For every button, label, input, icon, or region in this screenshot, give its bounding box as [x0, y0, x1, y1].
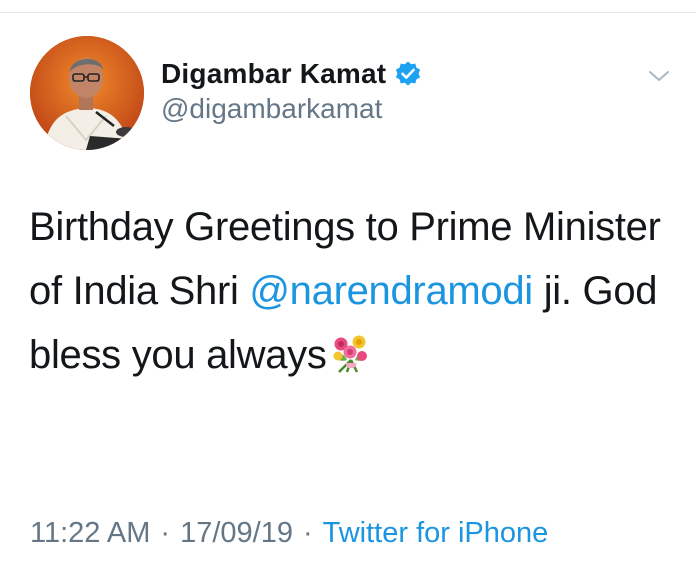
top-divider	[0, 12, 696, 13]
chevron-down-icon[interactable]	[646, 66, 672, 86]
tweet-time[interactable]: 11:22 AM	[30, 517, 150, 549]
tweet-text: Birthday Greetings to Prime Minister of …	[29, 195, 669, 387]
tweet-meta: 11:22 AM · 17/09/19 · Twitter for iPhone	[30, 517, 548, 550]
meta-separator: ·	[302, 517, 313, 549]
avatar[interactable]	[30, 36, 144, 150]
avatar-photo	[30, 36, 144, 150]
verified-badge-icon	[394, 60, 422, 88]
user-name-row: Digambar Kamat	[161, 55, 422, 93]
meta-separator: ·	[160, 517, 171, 549]
tweet-date[interactable]: 17/09/19	[180, 517, 293, 549]
display-name[interactable]: Digambar Kamat	[161, 58, 386, 90]
bouquet-icon	[329, 329, 373, 373]
tweet-source-link[interactable]: Twitter for iPhone	[323, 517, 549, 549]
user-handle[interactable]: @digambarkamat	[161, 93, 382, 125]
mention-link[interactable]: @narendramodi	[249, 269, 533, 313]
